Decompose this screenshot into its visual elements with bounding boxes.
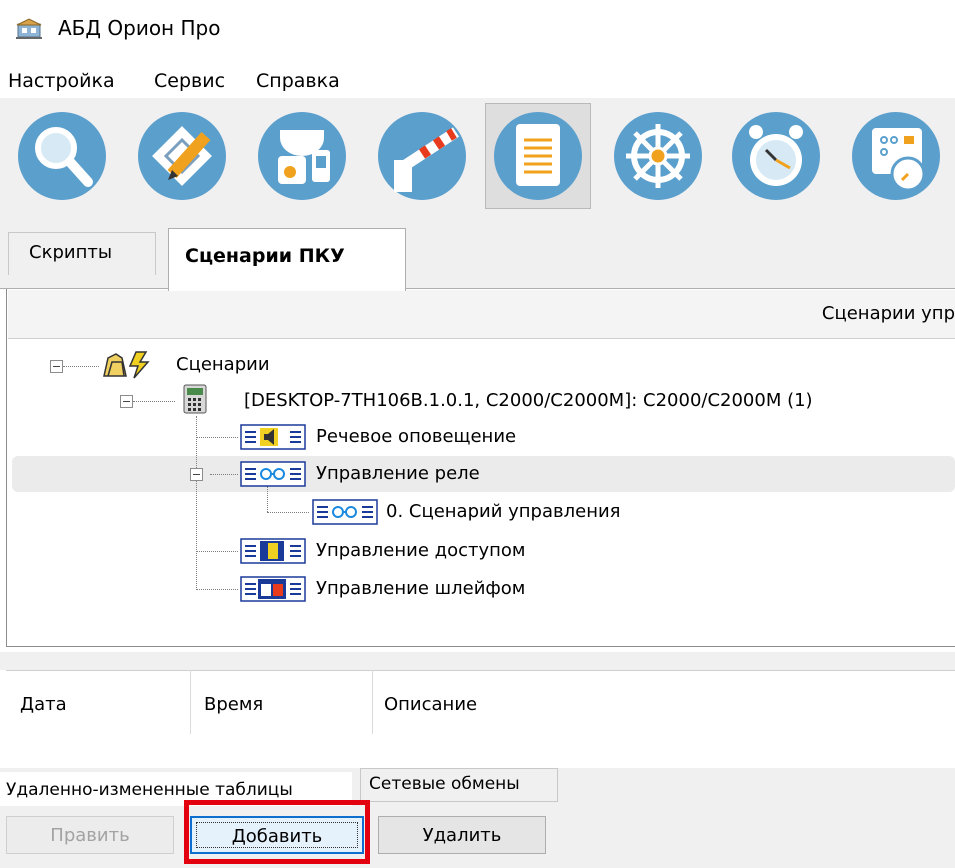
access-tool-button[interactable] [370,104,474,208]
panel-header-label: Сценарии упр [821,303,955,324]
edit-button[interactable]: Править [6,816,174,854]
highlight-annotation-box [184,800,370,864]
tree-root-label[interactable]: Сценарии [176,354,270,375]
menu-settings[interactable]: Настройка [8,70,115,92]
events-table [6,670,955,779]
app-icon [16,18,42,40]
tab-scripts[interactable]: Скрипты [8,232,156,275]
ship-wheel-icon [614,112,702,200]
menu-service[interactable]: Сервис [154,70,225,92]
search-icon [18,112,106,200]
barrier-icon [378,112,466,200]
tree-relay-label[interactable]: Управление реле [316,463,480,484]
device-camera-icon [258,112,346,200]
tree-relay-child-label[interactable]: 0. Сценарий управления [386,501,621,522]
door-access-icon [240,538,306,568]
column-divider[interactable] [190,670,191,734]
controller-device-icon [182,384,208,418]
tree-line [63,366,99,367]
tree-access-label[interactable]: Управление доступом [316,540,526,561]
plan-tool-button[interactable] [130,104,234,208]
scenarios-root-icon [100,350,152,384]
tab-remote-tables-label: Удаленно-измененные таблицы [6,780,293,800]
tab-pku-scenarios-label: Сценарии ПКУ [185,245,345,267]
column-time[interactable]: Время [204,694,263,715]
column-divider[interactable] [372,670,373,734]
tree-line [210,474,238,475]
column-description[interactable]: Описание [384,694,477,715]
menu-bar: Настройка Сервис Справка [0,62,955,98]
tab-network-exchange[interactable]: Сетевые обмены [360,768,558,802]
tree-line [267,512,309,513]
tree-device-label[interactable]: [DESKTOP-7TH106B.1.0.1, С2000/С2000М]: С… [244,390,813,411]
scenarios-tool-button[interactable] [606,104,710,208]
schedule-icon [852,112,940,200]
tree-line [196,551,238,552]
timetable-tool-button[interactable] [844,104,948,208]
expand-device-toggle[interactable] [120,395,133,408]
tree-voice-label[interactable]: Речевое оповещение [316,426,516,447]
relay-icon [240,461,306,491]
menu-help[interactable]: Справка [256,70,340,92]
schedule-tool-button[interactable] [724,104,828,208]
plan-edit-icon [138,112,226,200]
tab-network-exchange-label: Сетевые обмены [369,774,520,794]
search-tool-button[interactable] [10,104,114,208]
expand-root-toggle[interactable] [50,360,63,373]
alarm-clock-icon [732,112,820,200]
selected-row-highlight [12,456,955,492]
expand-relay-toggle[interactable] [190,468,203,481]
tab-scripts-label: Скрипты [29,242,113,263]
devices-tool-button[interactable] [250,104,354,208]
tree-line [196,589,238,590]
relay-scenario-icon [312,499,378,529]
panel-header: Сценарии упр [8,290,955,339]
loop-control-icon [240,576,306,606]
tree-line [196,416,197,590]
window-title: АБД Орион Про [58,16,221,40]
reports-tool-button[interactable] [485,103,591,209]
document-list-icon [494,112,582,200]
delete-button[interactable]: Удалить [378,816,546,854]
tree-line [196,437,238,438]
tab-pku-scenarios[interactable]: Сценарии ПКУ [168,228,406,291]
speaker-icon [240,424,306,454]
column-date[interactable]: Дата [20,694,67,715]
toolbar [0,98,955,226]
tree-loop-label[interactable]: Управление шлейфом [316,578,525,599]
tree-line [133,401,175,402]
panel-splitter[interactable] [0,652,955,670]
